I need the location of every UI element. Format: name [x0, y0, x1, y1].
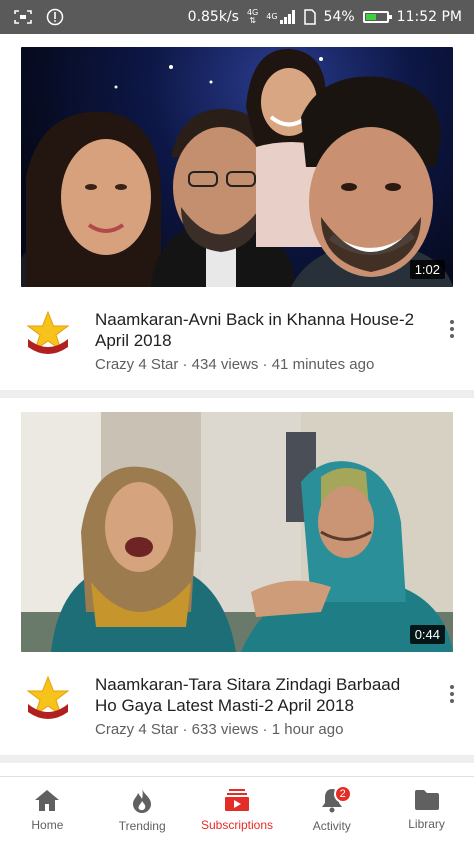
signal-icon: 4G	[266, 10, 295, 24]
divider	[0, 755, 474, 763]
home-icon	[35, 789, 60, 811]
channel-avatar[interactable]	[24, 674, 72, 722]
video-card[interactable]: 0:44 Naamkaran-Tara Sitara Zindagi Barba…	[0, 399, 474, 776]
star-logo-icon	[26, 310, 70, 354]
network-speed: 0.85k/s	[187, 9, 239, 25]
channel-avatar[interactable]	[24, 309, 72, 357]
thumbnail-image	[21, 48, 453, 287]
video-card[interactable]: 1:02 Naamkaran-Avni Back in Khanna House…	[0, 34, 474, 398]
status-bar: 0.85k/s 4G ⇅ 4G 54% 11:52 PM	[0, 0, 474, 34]
more-options-icon[interactable]	[446, 683, 458, 705]
video-thumbnail[interactable]: 1:02	[21, 47, 453, 287]
video-title[interactable]: Naamkaran-Avni Back in Khanna House-2 Ap…	[95, 309, 425, 351]
battery-icon	[362, 11, 392, 23]
video-title[interactable]: Naamkaran-Tara Sitara Zindagi Barbaad Ho…	[95, 674, 425, 716]
nav-activity[interactable]: 2 Activity	[284, 777, 379, 842]
flame-icon	[133, 787, 152, 813]
notification-badge: 2	[333, 785, 352, 803]
thumbnail-image	[21, 412, 453, 652]
bottom-navigation: Home Trending Subscriptions 2 Activity L…	[0, 776, 474, 842]
nav-home[interactable]: Home	[0, 777, 95, 842]
video-duration: 0:44	[409, 625, 445, 644]
network-type-top: 4G	[246, 8, 259, 17]
star-logo-icon	[26, 675, 70, 719]
more-options-icon[interactable]	[446, 318, 458, 340]
video-meta: Crazy 4 Star · 434 views · 41 minutes ag…	[95, 356, 375, 373]
battery-percent: 54%	[323, 9, 355, 25]
network-type-bottom: 4G	[266, 12, 278, 21]
nav-home-label: Home	[31, 817, 64, 832]
screenshot-icon	[14, 10, 32, 24]
nav-subscriptions-label: Subscriptions	[200, 817, 274, 832]
nav-trending-label: Trending	[118, 818, 166, 833]
video-meta: Crazy 4 Star · 633 views · 1 hour ago	[95, 721, 344, 738]
nav-library-label: Library	[408, 816, 445, 831]
folder-icon	[414, 789, 439, 810]
nav-library[interactable]: Library	[379, 777, 474, 842]
subscriptions-icon	[224, 788, 249, 811]
nav-activity-label: Activity	[312, 818, 351, 833]
info-icon	[46, 8, 64, 26]
nav-subscriptions[interactable]: Subscriptions	[190, 777, 285, 842]
video-thumbnail[interactable]: 0:44	[21, 412, 453, 652]
subscriptions-feed[interactable]: 1:02 Naamkaran-Avni Back in Khanna House…	[0, 34, 474, 776]
data-icon: 4G ⇅	[246, 8, 259, 25]
divider	[0, 390, 474, 398]
nav-trending[interactable]: Trending	[95, 777, 190, 842]
video-duration: 1:02	[409, 260, 445, 279]
sim-icon	[303, 9, 316, 25]
clock: 11:52 PM	[396, 9, 462, 25]
